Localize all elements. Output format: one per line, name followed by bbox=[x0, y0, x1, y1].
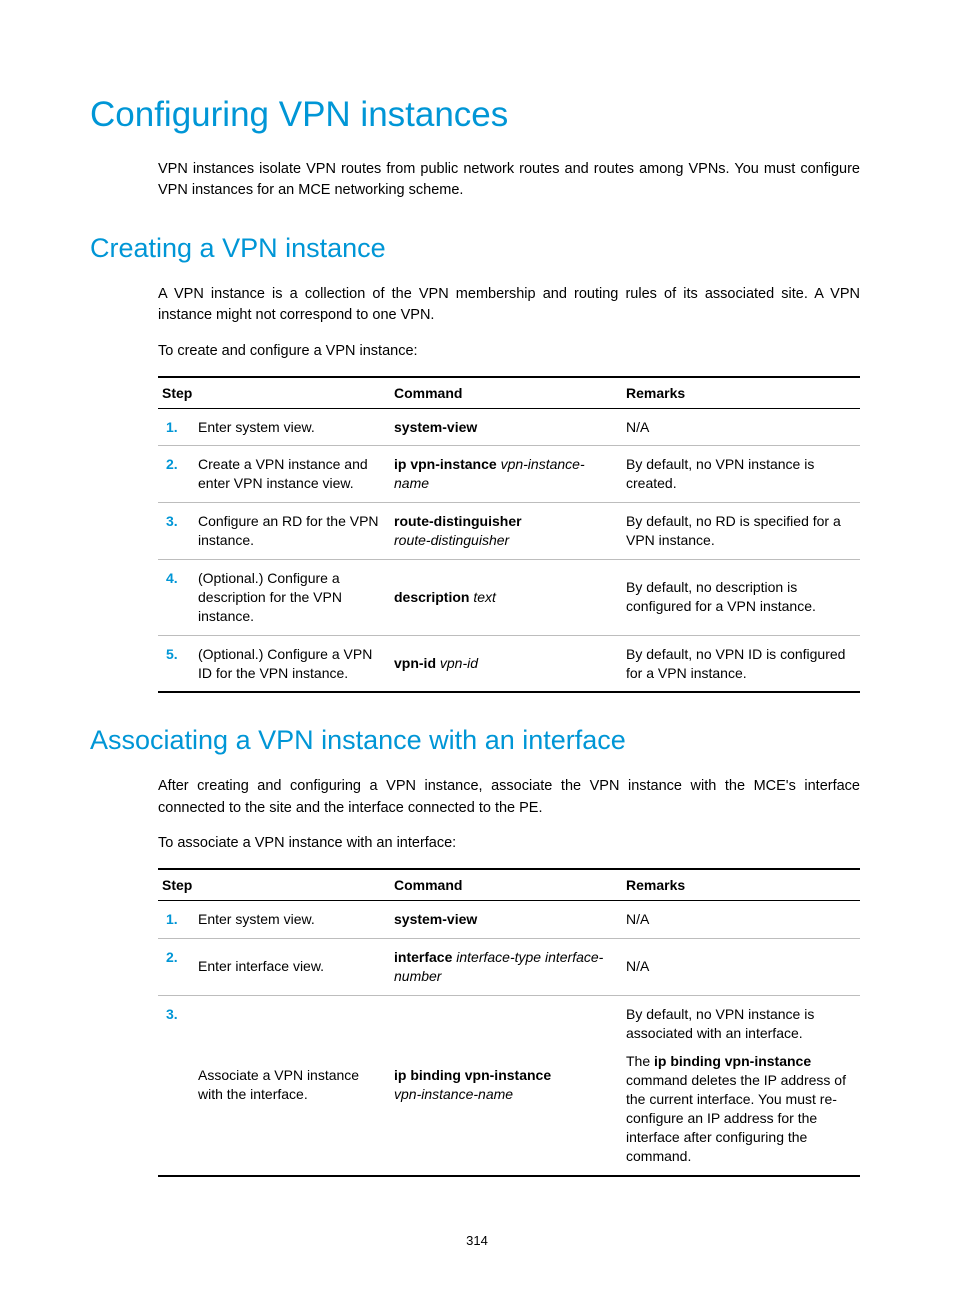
step-number: 5. bbox=[158, 635, 194, 692]
step-number: 1. bbox=[158, 408, 194, 446]
th-step: Step bbox=[158, 869, 390, 901]
step-desc: (Optional.) Configure a description for … bbox=[194, 560, 390, 636]
cmd-bold: system-view bbox=[394, 419, 477, 435]
step-remarks: By default, no description is configured… bbox=[622, 560, 860, 636]
step-command: system-view bbox=[390, 408, 622, 446]
table-header-row: Step Command Remarks bbox=[158, 377, 860, 409]
cmd-italic: vpn-id bbox=[436, 655, 478, 671]
step-number: 2. bbox=[158, 446, 194, 503]
cmd-bold: interface bbox=[394, 949, 452, 965]
step-remarks: By default, no VPN instance is associate… bbox=[622, 995, 860, 1176]
step-desc: Enter interface view. bbox=[194, 938, 390, 995]
intro-paragraph: VPN instances isolate VPN routes from pu… bbox=[158, 159, 860, 201]
table-row: 4. (Optional.) Configure a description f… bbox=[158, 560, 860, 636]
table-create-vpn: Step Command Remarks 1. Enter system vie… bbox=[158, 376, 860, 694]
step-number: 1. bbox=[158, 901, 194, 939]
section-heading-associating: Associating a VPN instance with an inter… bbox=[90, 725, 860, 756]
remarks-text: The bbox=[626, 1053, 654, 1069]
document-page: Configuring VPN instances VPN instances … bbox=[0, 0, 954, 1296]
cmd-italic: vpn-instance-name bbox=[394, 1086, 513, 1102]
step-desc: Enter system view. bbox=[194, 901, 390, 939]
table-row: 3. Associate a VPN instance with the int… bbox=[158, 995, 860, 1176]
step-number: 3. bbox=[158, 503, 194, 560]
section2-p1: After creating and configuring a VPN ins… bbox=[158, 776, 860, 818]
table-row: 2. Create a VPN instance and enter VPN i… bbox=[158, 446, 860, 503]
table-header-row: Step Command Remarks bbox=[158, 869, 860, 901]
step-remarks: N/A bbox=[622, 408, 860, 446]
cmd-bold: ip vpn-instance bbox=[394, 456, 497, 472]
remarks-p1: By default, no VPN instance is associate… bbox=[626, 1005, 854, 1043]
cmd-bold: vpn-id bbox=[394, 655, 436, 671]
step-number: 2. bbox=[158, 938, 194, 995]
table-row: 1. Enter system view. system-view N/A bbox=[158, 901, 860, 939]
step-command: ip binding vpn-instance vpn-instance-name bbox=[390, 995, 622, 1176]
cmd-bold: route-distinguisher bbox=[394, 513, 522, 529]
cmd-bold: description bbox=[394, 589, 469, 605]
table-row: 3. Configure an RD for the VPN instance.… bbox=[158, 503, 860, 560]
cmd-italic: route-distinguisher bbox=[394, 532, 509, 548]
section2-p2: To associate a VPN instance with an inte… bbox=[158, 833, 860, 854]
table-associate-vpn: Step Command Remarks 1. Enter system vie… bbox=[158, 868, 860, 1177]
step-remarks: By default, no VPN instance is created. bbox=[622, 446, 860, 503]
step-desc: Enter system view. bbox=[194, 408, 390, 446]
table-row: 5. (Optional.) Configure a VPN ID for th… bbox=[158, 635, 860, 692]
section1-p2: To create and configure a VPN instance: bbox=[158, 341, 860, 362]
step-remarks: N/A bbox=[622, 938, 860, 995]
th-remarks: Remarks bbox=[622, 377, 860, 409]
step-remarks: By default, no RD is specified for a VPN… bbox=[622, 503, 860, 560]
step-desc: Create a VPN instance and enter VPN inst… bbox=[194, 446, 390, 503]
step-number: 3. bbox=[158, 995, 194, 1176]
th-step: Step bbox=[158, 377, 390, 409]
page-number: 314 bbox=[0, 1233, 954, 1248]
step-desc: (Optional.) Configure a VPN ID for the V… bbox=[194, 635, 390, 692]
step-command: ip vpn-instance vpn-instance-name bbox=[390, 446, 622, 503]
step-command: interface interface-type interface-numbe… bbox=[390, 938, 622, 995]
step-remarks: By default, no VPN ID is configured for … bbox=[622, 635, 860, 692]
table-row: 2. Enter interface view. interface inter… bbox=[158, 938, 860, 995]
remarks-p2: The ip binding vpn-instance command dele… bbox=[626, 1052, 854, 1165]
step-command: route-distinguisher route-distinguisher bbox=[390, 503, 622, 560]
remarks-text: command deletes the IP address of the cu… bbox=[626, 1072, 846, 1164]
step-remarks: N/A bbox=[622, 901, 860, 939]
cmd-bold: system-view bbox=[394, 911, 477, 927]
cmd-bold: ip binding vpn-instance bbox=[394, 1067, 551, 1083]
step-command: vpn-id vpn-id bbox=[390, 635, 622, 692]
step-command: description text bbox=[390, 560, 622, 636]
page-title: Configuring VPN instances bbox=[90, 95, 860, 135]
step-command: system-view bbox=[390, 901, 622, 939]
th-remarks: Remarks bbox=[622, 869, 860, 901]
step-desc: Configure an RD for the VPN instance. bbox=[194, 503, 390, 560]
step-desc: Associate a VPN instance with the interf… bbox=[194, 995, 390, 1176]
th-command: Command bbox=[390, 869, 622, 901]
th-command: Command bbox=[390, 377, 622, 409]
table-row: 1. Enter system view. system-view N/A bbox=[158, 408, 860, 446]
step-number: 4. bbox=[158, 560, 194, 636]
section-heading-creating: Creating a VPN instance bbox=[90, 233, 860, 264]
section1-p1: A VPN instance is a collection of the VP… bbox=[158, 284, 860, 326]
cmd-italic: text bbox=[469, 589, 495, 605]
remarks-bold: ip binding vpn-instance bbox=[654, 1053, 811, 1069]
